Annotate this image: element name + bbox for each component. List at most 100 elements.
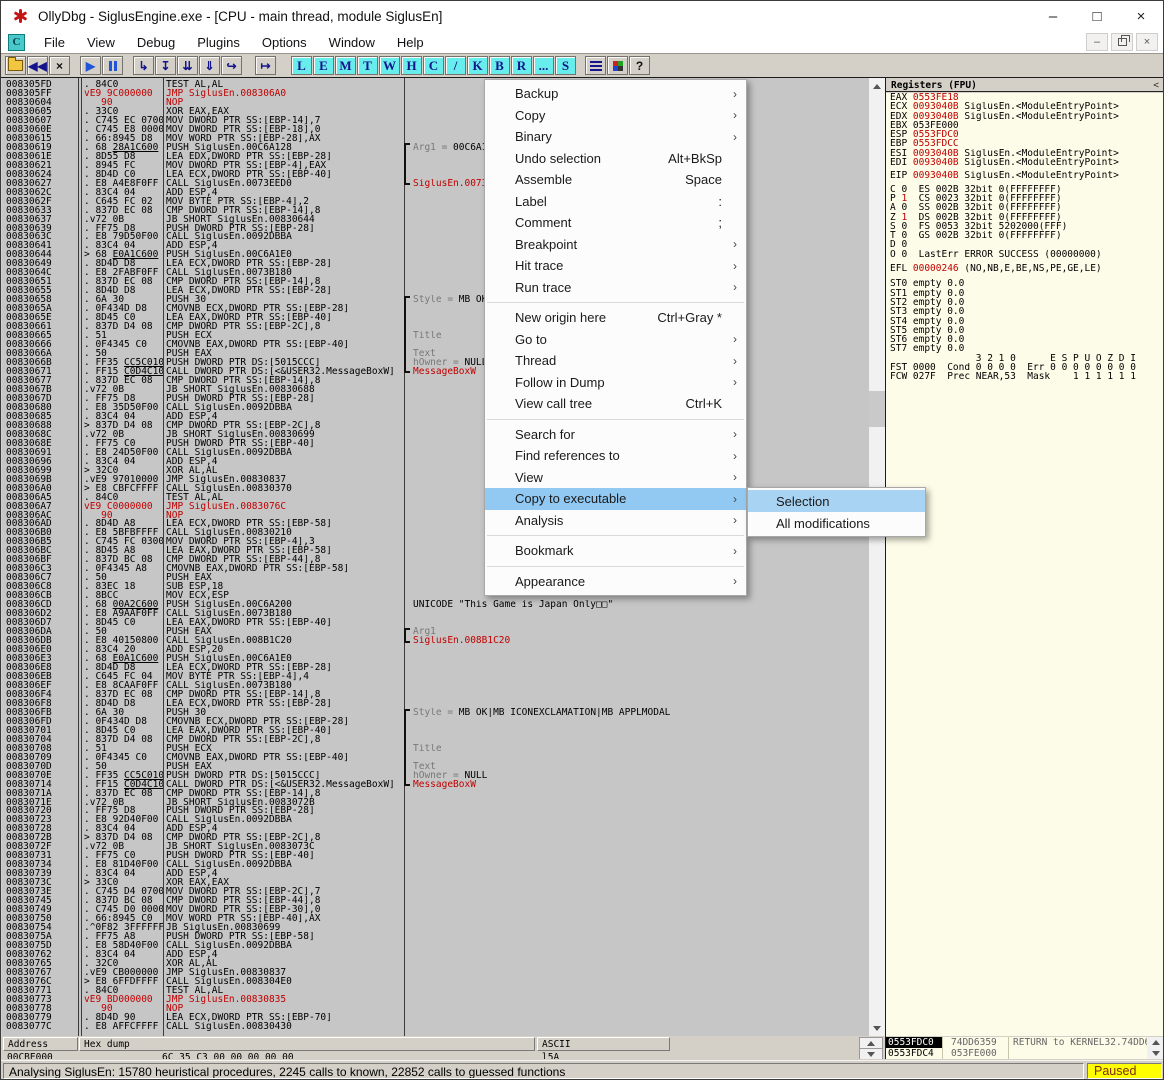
run-trace-window-button[interactable]: ... [533,56,554,75]
dump-header-address[interactable]: Address [3,1037,78,1051]
disasm-row[interactable]: 00830723. E8 92D40F00CALL SiglusEn.0092D… [2,815,869,824]
disasm-row[interactable]: 0083070E. FF35 CC5C0105PUSH DWORD PTR DS… [2,771,869,780]
child-restore-button[interactable] [1111,33,1133,51]
disasm-row[interactable]: 0083072B> 837D D4 08CMP DWORD PTR SS:[EB… [2,833,869,842]
context-menu-item-undo-selection[interactable]: Undo selectionAlt+BkSp [485,148,746,170]
submenu-item-all-modifications[interactable]: All modifications [748,512,925,534]
disasm-row[interactable]: 008306CD. 68 00A2C600PUSH SiglusEn.00C6A… [2,600,869,609]
register-line[interactable]: C 0 ES 002B 32bit 0(FFFFFFFF) [890,185,1164,194]
register-line[interactable]: EDX 0093040B SiglusEn.<ModuleEntryPoint> [890,112,1164,121]
disasm-row[interactable]: 0083075D. E8 58D40F00CALL SiglusEn.0092D… [2,941,869,950]
dump-row[interactable]: 00CBE000 6C 35 C3 00 00 00 00 00 l5Ã [2,1052,885,1059]
call-stack-window-button[interactable]: K [467,56,488,75]
disasm-row[interactable]: 0083071A. 837D EC 08CMP DWORD PTR SS:[EB… [2,789,869,798]
cpu-window-button[interactable]: C [423,56,444,75]
source-window-button[interactable]: S [555,56,576,75]
help-button[interactable]: ? [629,56,650,75]
disasm-row[interactable]: 00830771. 84C0TEST AL,AL [2,986,869,995]
disasm-scrollbar[interactable] [869,78,885,1036]
register-line[interactable]: ST4 empty 0.0 [890,317,1164,326]
step-into-button[interactable]: ↳ [133,56,154,75]
maximize-button[interactable]: □ [1075,1,1119,31]
disasm-row[interactable]: 0083077C. E8 AFFCFFFFCALL SiglusEn.00830… [2,1022,869,1031]
disasm-row[interactable]: 0083075A. FF75 A8PUSH DWORD PTR SS:[EBP-… [2,932,869,941]
disasm-row[interactable]: 008306DA. 50PUSH EAXArg1 [2,627,869,636]
child-minimize-button[interactable]: – [1086,33,1108,51]
register-line[interactable]: EDI 0093040B SiglusEn.<ModuleEntryPoint> [890,158,1164,167]
disasm-row[interactable]: 008306EF. E8 8CAAF0FFCALL SiglusEn.0073B… [2,681,869,690]
register-line[interactable]: ST1 empty 0.0 [890,289,1164,298]
stack-row[interactable]: 0553FDC4053FE000 [886,1048,1164,1059]
animate-into-button[interactable]: ⇊ [177,56,198,75]
scroll-up-icon[interactable] [1147,1037,1164,1048]
disasm-row[interactable]: 00830767.vE9 CB000000JMP SiglusEn.008308… [2,968,869,977]
minimize-button[interactable]: – [1031,1,1075,31]
execute-till-user-code-button[interactable]: ↦ [255,56,276,75]
windows-window-button[interactable]: W [379,56,400,75]
stack-pane[interactable]: 0553FDC074DD6359RETURN to KERNEL32.74DD6… [886,1037,1164,1059]
context-menu-item-hit-trace[interactable]: Hit trace› [485,255,746,277]
column-divider[interactable] [81,78,82,1036]
register-line[interactable]: Z 1 DS 002B 32bit 0(FFFFFFFF) [890,213,1164,222]
column-divider[interactable] [78,78,79,1036]
context-menu-item-find-references-to[interactable]: Find references to› [485,445,746,467]
context-menu-item-analysis[interactable]: Analysis› [485,510,746,532]
disasm-row[interactable]: 00830762. 83C4 04ADD ESP,4 [2,950,869,959]
disasm-row[interactable]: 008306EB. C645 FC 04MOV BYTE PTR SS:[EBP… [2,672,869,681]
dump-header-ascii[interactable]: ASCII [537,1037,670,1051]
disasm-row[interactable]: 008306DB. E8 40150800CALL SiglusEn.008B1… [2,636,869,645]
cpu-window-icon[interactable]: C [8,34,25,51]
registers-header[interactable]: Registers (FPU) < [886,78,1164,92]
register-line[interactable]: EBP 0553FDCC [890,139,1164,148]
handles-window-button[interactable]: H [401,56,422,75]
disasm-row[interactable]: 008306D7. 8D45 C0LEA EAX,DWORD PTR SS:[E… [2,618,869,627]
close-button[interactable]: × [1119,1,1163,31]
context-menu-item-new-origin-here[interactable]: New origin hereCtrl+Gray * [485,307,746,329]
register-line[interactable]: ECX 0093040B SiglusEn.<ModuleEntryPoint> [890,102,1164,111]
breakpoints-window-button[interactable]: B [489,56,510,75]
log-window-button[interactable]: L [291,56,312,75]
context-menu-item-label[interactable]: Label: [485,191,746,213]
appearance-colors-button[interactable] [607,56,628,75]
close-program-button[interactable]: × [49,56,70,75]
disasm-row[interactable]: 00830765. 32C0XOR AL,AL [2,959,869,968]
disasm-row[interactable]: 00830749. C745 D0 000000MOV DWORD PTR SS… [2,905,869,914]
register-line[interactable]: P 1 CS 0023 32bit 0(FFFFFFFF) [890,194,1164,203]
patches-window-button[interactable]: / [445,56,466,75]
disasm-row[interactable]: 0083072F.v72 0BJB SHORT SiglusEn.0083073… [2,842,869,851]
scroll-down-icon[interactable] [1147,1048,1164,1059]
register-line[interactable]: FST 0000 Cond 0 0 0 0 Err 0 0 0 0 0 0 0 … [890,363,1164,372]
register-line[interactable]: O 0 LastErr ERROR_SUCCESS (00000000) [890,250,1164,259]
disasm-row[interactable]: 00830778 90NOP [2,1004,869,1013]
threads-window-button[interactable]: T [357,56,378,75]
register-line[interactable]: A 0 SS 002B 32bit 0(FFFFFFFF) [890,203,1164,212]
dump-header-hex[interactable]: Hex dump [79,1037,535,1051]
register-line[interactable]: ST2 empty 0.0 [890,298,1164,307]
disasm-row[interactable]: 00830739. 83C4 04ADD ESP,4 [2,869,869,878]
scrollbar-thumb[interactable] [869,391,885,427]
disasm-row[interactable]: 008306F4. 837D EC 08CMP DWORD PTR SS:[EB… [2,690,869,699]
context-menu-item-view-call-tree[interactable]: View call treeCtrl+K [485,393,746,415]
disasm-row[interactable]: 00830745. 837D BC 08CMP DWORD PTR SS:[EB… [2,896,869,905]
register-line[interactable]: ST5 empty 0.0 [890,326,1164,335]
disasm-row[interactable]: 008306E8. 8D4D D8LEA ECX,DWORD PTR SS:[E… [2,663,869,672]
context-menu-item-go-to[interactable]: Go to› [485,329,746,351]
options-list-button[interactable] [585,56,606,75]
register-line[interactable]: EAX 0553FE18 [890,93,1164,102]
register-line[interactable]: T 0 GS 002B 32bit 0(FFFFFFFF) [890,231,1164,240]
disasm-row[interactable]: 0083070D. 50PUSH EAXText [2,762,869,771]
stack-row[interactable]: 0553FDC074DD6359RETURN to KERNEL32.74DD6 [886,1037,1164,1048]
submenu-item-selection[interactable]: Selection [748,490,925,512]
disasm-row[interactable]: 008306FB. 6A 30PUSH 30Style = MB_OK|MB_I… [2,708,869,717]
register-line[interactable]: EFL 00000246 (NO,NB,E,BE,NS,PE,GE,LE) [890,264,1164,273]
disasm-row[interactable]: 008306F8. 8D4D D8LEA ECX,DWORD PTR SS:[E… [2,699,869,708]
context-menu-item-search-for[interactable]: Search for› [485,424,746,446]
disasm-row[interactable]: 00830731. FF75 C0PUSH DWORD PTR SS:[EBP-… [2,851,869,860]
register-line[interactable]: ST6 empty 0.0 [890,335,1164,344]
disasm-row[interactable]: 00830708. 51PUSH ECXTitle [2,744,869,753]
collapse-icon[interactable]: < [1153,80,1159,91]
execute-till-return-button[interactable]: ↪ [221,56,242,75]
context-menu-item-copy[interactable]: Copy› [485,105,746,127]
menu-window[interactable]: Window [318,33,386,52]
context-menu-item-copy-to-executable[interactable]: Copy to executable› [485,488,746,510]
